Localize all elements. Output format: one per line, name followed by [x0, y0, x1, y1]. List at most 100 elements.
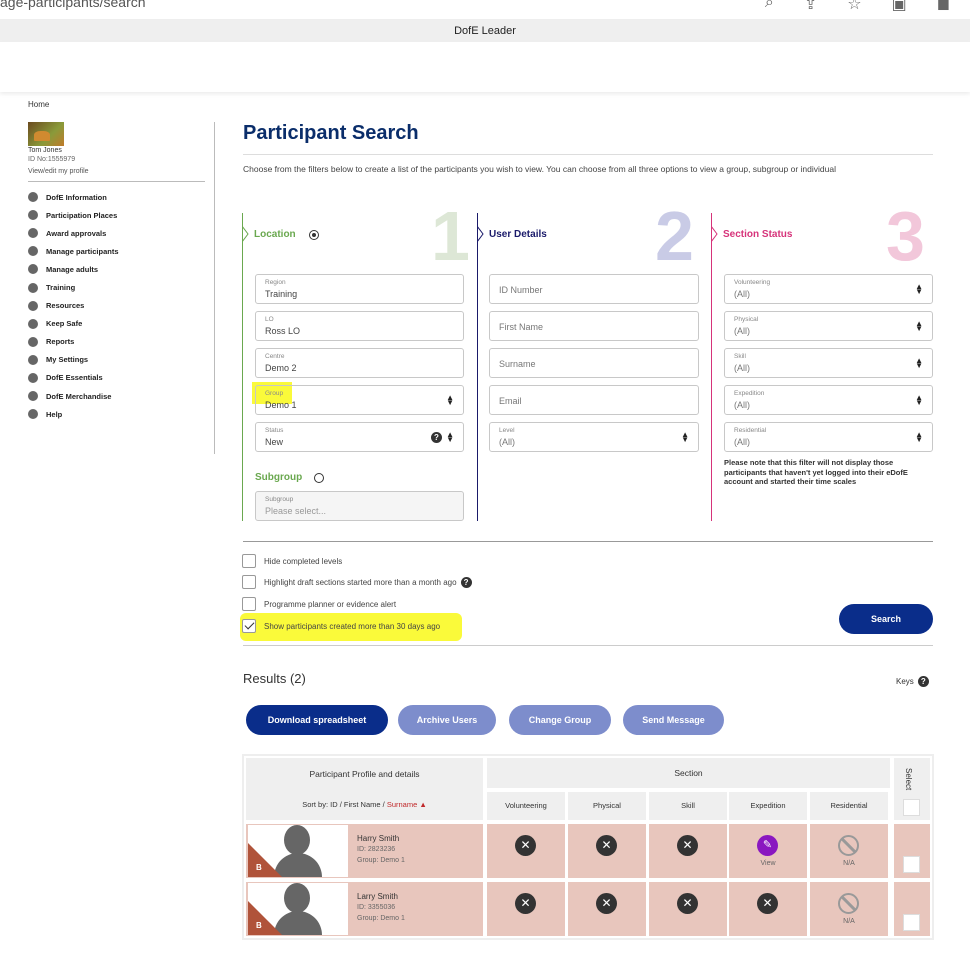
highlight-help-icon[interactable]: ? — [460, 576, 472, 588]
participant-group: Group: Demo 1 — [357, 857, 405, 864]
first-name-input[interactable]: First Name — [489, 311, 699, 341]
merchandise-icon — [28, 391, 38, 402]
sidebar-item-manage-adults[interactable]: Manage adults — [28, 260, 208, 278]
results-table: Participant Profile and details Sort by:… — [242, 754, 934, 940]
highlight-draft-option[interactable]: Highlight draft sections started more th… — [242, 574, 472, 590]
sidebar-item-label: Resources — [46, 301, 85, 311]
sidebar: Home Tom Jones ID No:1555979 View/edit m… — [28, 98, 208, 423]
status-help-icon[interactable]: ? — [431, 432, 442, 443]
expedition-status-select[interactable]: Expedition (All) ▲ ▼ — [724, 385, 933, 415]
highlight-draft-checkbox[interactable] — [242, 575, 256, 589]
extension-icon[interactable]: ▣ — [892, 0, 907, 14]
edit-pencil-icon[interactable]: ✎ — [757, 835, 778, 856]
sidebar-item-training[interactable]: Training — [28, 278, 208, 296]
change-group-button[interactable]: Change Group — [509, 705, 611, 735]
centre-select[interactable]: Centre Demo 2 — [255, 348, 464, 378]
sidebar-item-dofe-essentials[interactable]: DofE Essentials — [28, 369, 208, 387]
lock-icon — [28, 318, 38, 329]
title-divider — [243, 154, 933, 155]
home-link[interactable]: Home — [28, 100, 208, 109]
sidebar-item-manage-participants[interactable]: Manage participants — [28, 242, 208, 260]
row-select-checkbox[interactable] — [903, 914, 920, 931]
surname-input[interactable]: Surname — [489, 348, 699, 378]
view-link[interactable]: View — [729, 860, 807, 867]
profile-column-header: Participant Profile and details Sort by:… — [246, 758, 483, 820]
level-select[interactable]: Level (All) ▲ ▼ — [489, 422, 699, 452]
search-button[interactable]: Search — [839, 604, 933, 634]
sidebar-item-label: Training — [46, 283, 76, 293]
profile-icon[interactable]: ◼ — [937, 0, 950, 14]
physical-status-select[interactable]: Physical (All) ▲ ▼ — [724, 311, 933, 341]
bookmark-icon[interactable]: ☆ — [847, 0, 861, 14]
user-id: ID No:1555979 — [28, 156, 76, 163]
location-radio[interactable] — [309, 230, 319, 240]
planner-alert-option[interactable]: Programme planner or evidence alert — [242, 596, 396, 612]
location-arrow-icon — [242, 226, 249, 242]
table-row[interactable]: B Larry Smith ID: 3355036 Group: Demo 1 — [246, 882, 483, 936]
search-icon[interactable]: ⌕ — [765, 0, 774, 14]
sidebar-item-label: DofE Essentials — [46, 373, 103, 383]
training-icon — [28, 282, 38, 293]
sidebar-item-my-settings[interactable]: My Settings — [28, 351, 208, 369]
edit-profile-link[interactable]: View/edit my profile — [28, 168, 208, 175]
row-select-checkbox[interactable] — [903, 856, 920, 873]
table-row[interactable]: B Harry Smith ID: 2823236 Group: Demo 1 — [246, 824, 483, 878]
show-old-checkbox[interactable] — [242, 619, 256, 633]
results-title: Results (2) — [243, 671, 306, 686]
subgroup-select[interactable]: Subgroup Please select... — [255, 491, 464, 521]
not-started-icon: ✕ — [757, 893, 778, 914]
section-header-expedition: Expedition — [729, 792, 807, 820]
id-number-input[interactable]: ID Number — [489, 274, 699, 304]
profile-header-text: Participant Profile and details — [309, 769, 420, 779]
lo-select[interactable]: LO Ross LO — [255, 311, 464, 341]
sort-id-link[interactable]: ID — [330, 800, 338, 809]
participant-name[interactable]: Larry Smith — [357, 892, 398, 901]
select-all-checkbox[interactable] — [903, 799, 920, 816]
group-select[interactable]: Group Demo 1 ▲ ▼ — [255, 385, 464, 415]
volunteering-status-select[interactable]: Volunteering (All) ▲ ▼ — [724, 274, 933, 304]
planner-alert-checkbox[interactable] — [242, 597, 256, 611]
share-icon[interactable]: ⇪ — [804, 0, 817, 14]
step-number-3: 3 — [886, 197, 925, 275]
show-old-option[interactable]: Show participants created more than 30 d… — [242, 618, 440, 634]
hide-completed-checkbox[interactable] — [242, 554, 256, 568]
status-select[interactable]: Status New ? ▲ ▼ — [255, 422, 464, 452]
section-cell-residential: N/A — [810, 882, 888, 936]
sort-surname-link[interactable]: Surname — [387, 800, 417, 809]
skill-status-select[interactable]: Skill (All) ▲ ▼ — [724, 348, 933, 378]
sidebar-item-reports[interactable]: Reports — [28, 333, 208, 351]
section-cell-skill: ✕ — [649, 824, 727, 878]
sort-first-name-link[interactable]: First Name — [344, 800, 381, 809]
sidebar-item-label: Keep Safe — [46, 319, 83, 329]
participant-name[interactable]: Harry Smith — [357, 834, 399, 843]
sidebar-item-resources[interactable]: Resources — [28, 297, 208, 315]
sidebar-item-label: Manage adults — [46, 264, 99, 274]
adults-icon — [28, 264, 38, 275]
keys-help-icon[interactable]: ? — [917, 676, 929, 687]
archive-users-button[interactable]: Archive Users — [398, 705, 496, 735]
sidebar-item-dofe-information[interactable]: DofE Information — [28, 188, 208, 206]
residential-status-select[interactable]: Residential (All) ▲ ▼ — [724, 422, 933, 452]
subgroup-radio[interactable] — [314, 473, 324, 483]
email-input[interactable]: Email — [489, 385, 699, 415]
sidebar-item-dofe-merchandise[interactable]: DofE Merchandise — [28, 387, 208, 405]
region-select[interactable]: Region Training — [255, 274, 464, 304]
gear-icon — [28, 354, 38, 365]
select-header-text: Select — [904, 768, 913, 791]
step-number-2: 2 — [655, 197, 694, 275]
sidebar-item-participation-places[interactable]: Participation Places — [28, 206, 208, 224]
keys-link[interactable]: Keys ? — [896, 676, 929, 687]
people-icon — [28, 246, 38, 257]
select-column-header: Select — [894, 758, 930, 820]
not-started-icon: ✕ — [677, 893, 698, 914]
section-column-header: Section — [487, 758, 890, 788]
sidebar-item-help[interactable]: Help — [28, 405, 208, 423]
sidebar-item-keep-safe[interactable]: Keep Safe — [28, 315, 208, 333]
sort-arrows-icon: ▲ ▼ — [446, 430, 454, 444]
address-bar[interactable]: age-participants/search — [0, 0, 146, 10]
send-message-button[interactable]: Send Message — [623, 705, 724, 735]
sidebar-item-award-approvals[interactable]: Award approvals — [28, 224, 208, 242]
download-spreadsheet-button[interactable]: Download spreadsheet — [246, 705, 388, 735]
avatar[interactable] — [28, 122, 64, 146]
hide-completed-option[interactable]: Hide completed levels — [242, 553, 342, 569]
